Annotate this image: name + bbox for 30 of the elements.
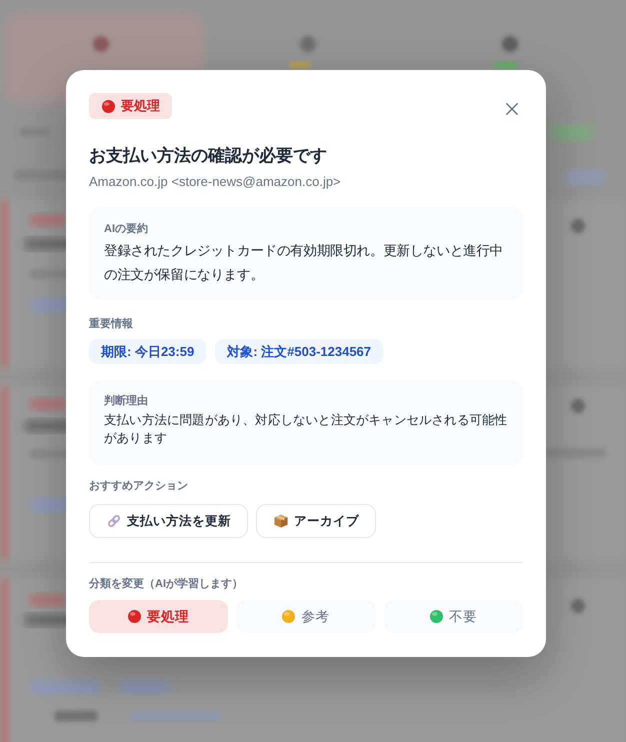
action-button[interactable]: アーカイブ: [256, 504, 376, 538]
blurred-icon: [571, 219, 585, 233]
blurred-tag: [30, 594, 66, 606]
status-label: 要処理: [121, 97, 160, 115]
blurred-icon: [571, 399, 585, 413]
action-button[interactable]: 支払い方法を更新: [89, 504, 248, 538]
chain-link-icon: [107, 514, 121, 528]
blurred-tag: [30, 214, 66, 226]
blurred-icon: [502, 36, 518, 52]
info-chip: 対象: 注文#503-1234567: [215, 339, 384, 364]
blurred-icon: [93, 36, 109, 52]
summary-text: 登録されたクレジットカードの有効期限切れ。更新しないと進行中の注文が保留になります。: [104, 242, 504, 284]
category-option[interactable]: 要処理: [89, 600, 228, 633]
blurred-icon: [571, 599, 585, 613]
category-option[interactable]: 参考: [236, 600, 376, 633]
info-chip: 期限: 今日23:59: [89, 339, 206, 364]
dialog-title: お支払い方法の確認が必要です: [89, 145, 328, 167]
classification-heading: 分類を変更（AIが学習します）: [89, 576, 244, 592]
sender-address: Amazon.co.jp <store-news@amazon.co.jp>: [89, 173, 342, 191]
blurred-icon: [300, 36, 316, 52]
package-icon: [274, 514, 288, 528]
actions-heading: おすすめアクション: [89, 479, 189, 494]
reason-heading: 判断理由: [104, 394, 149, 409]
key-info-heading: 重要情報: [89, 316, 134, 332]
close-icon: [506, 103, 518, 115]
blurred-tag: [565, 170, 605, 184]
blurred-tag: [30, 398, 66, 410]
summary-heading: AIの要約: [104, 222, 149, 237]
reason-text: 支払い方法に問題があり、対応しないと注文がキャンセルされる可能性があります: [104, 412, 508, 447]
category-option[interactable]: 不要: [384, 600, 523, 633]
